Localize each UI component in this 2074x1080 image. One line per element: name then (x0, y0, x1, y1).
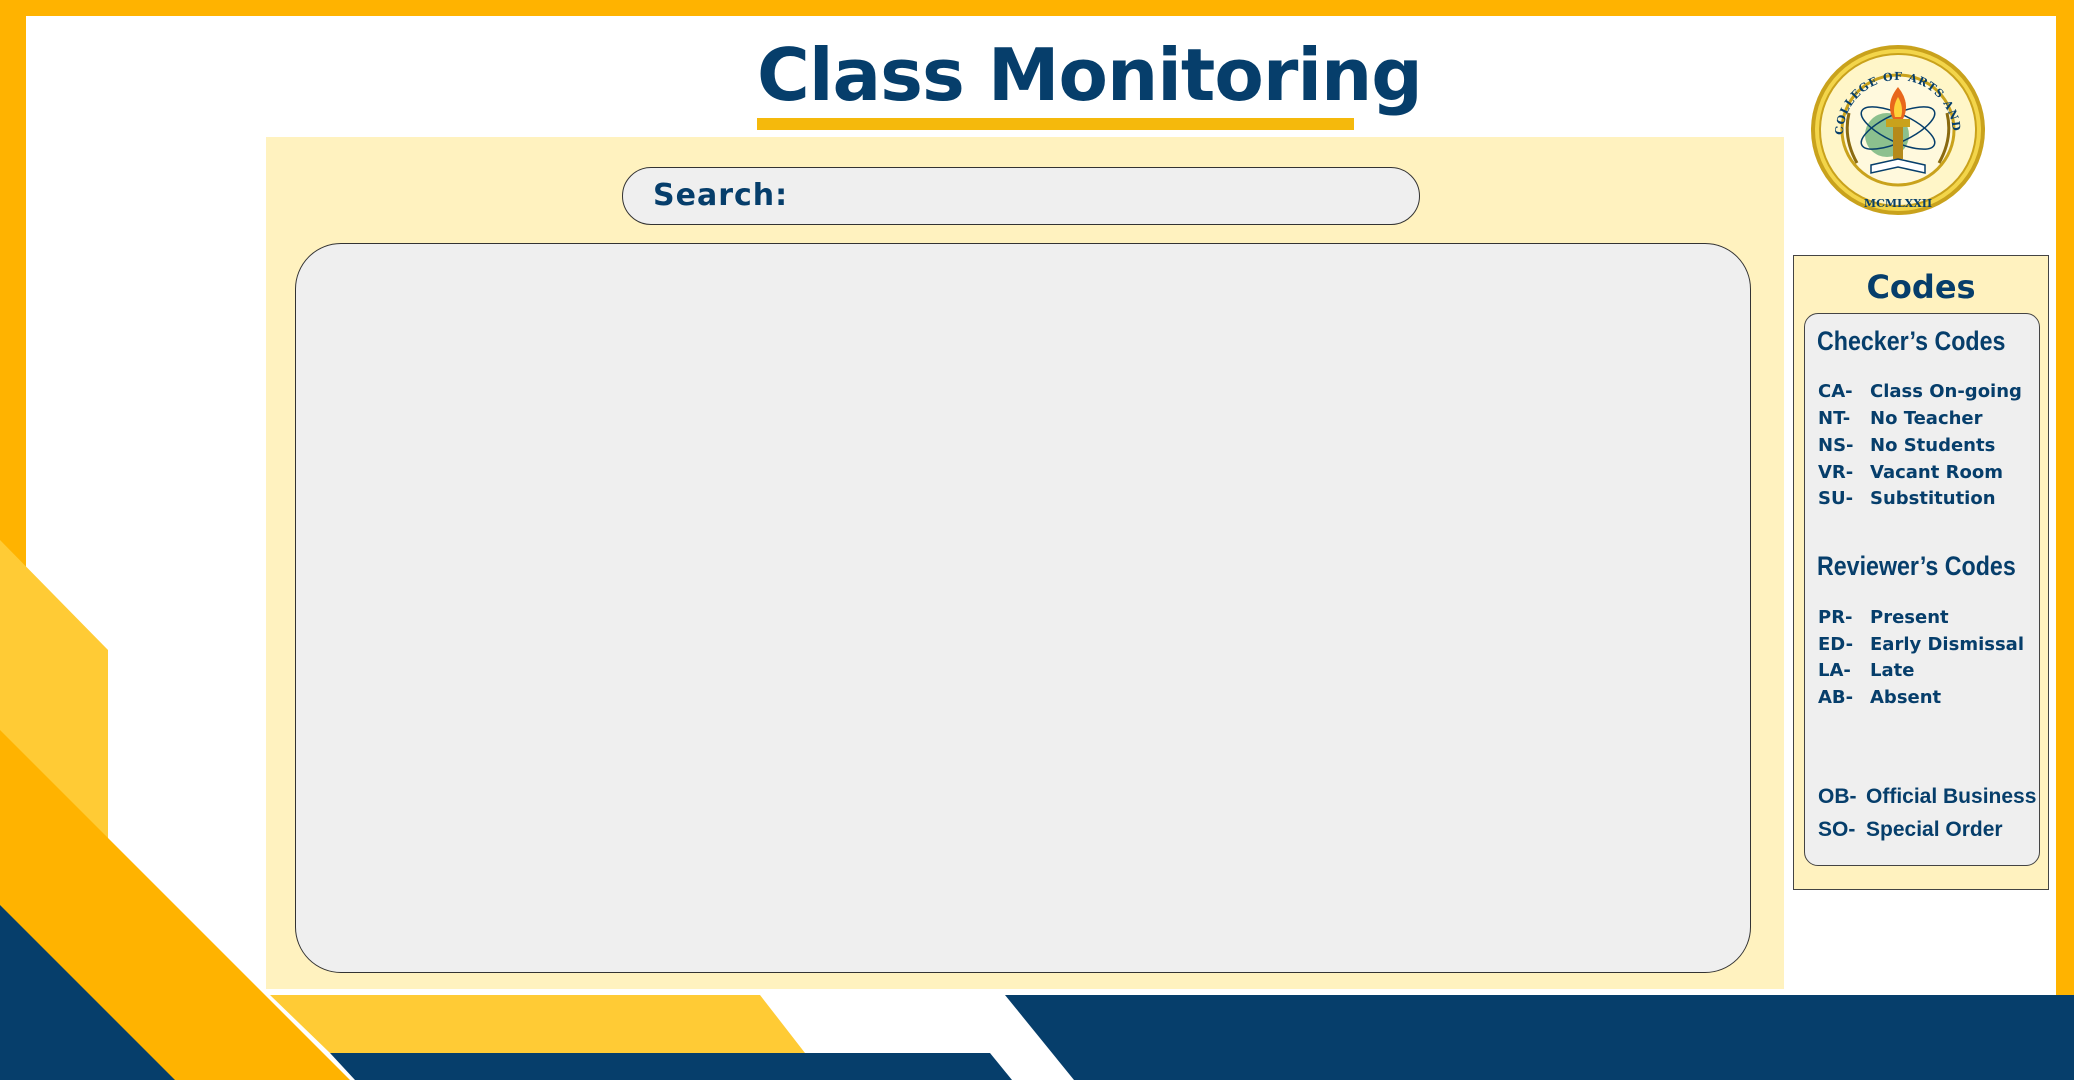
codes-legend: Checker’s Codes CA- Class On-going NT- N… (1804, 313, 2040, 866)
title-underline (757, 118, 1354, 130)
code-abbr: VR- (1818, 462, 1854, 483)
class-list-area[interactable] (295, 243, 1751, 973)
code-abbr: PR- (1818, 607, 1853, 628)
code-label: No Teacher (1870, 408, 1983, 429)
code-abbr: SO- (1818, 818, 1856, 841)
code-label: Substitution (1870, 488, 1996, 509)
codes-panel: Codes Checker’s Codes CA- Class On-going… (1793, 255, 2049, 890)
search-bar[interactable]: Search: (622, 167, 1420, 225)
code-abbr: AB- (1818, 687, 1854, 708)
search-label: Search: (653, 178, 789, 213)
code-label: Early Dismissal (1870, 634, 2024, 655)
code-abbr: NS- (1818, 435, 1854, 456)
code-label: Absent (1870, 687, 1942, 708)
codes-title: Codes (1866, 268, 1976, 306)
code-label: Vacant Room (1870, 462, 2003, 483)
code-label: Late (1870, 660, 1915, 681)
checker-codes-heading: Checker’s Codes (1817, 326, 2006, 356)
code-label: Present (1870, 607, 1949, 628)
seal-year-text: MCMLXXII (1864, 197, 1932, 210)
code-abbr: ED- (1818, 634, 1854, 655)
code-label: Special Order (1866, 818, 2003, 841)
code-abbr: SU- (1818, 488, 1854, 509)
code-label: No Students (1870, 435, 1996, 456)
college-seal-logo: COLLEGE OF ARTS AND SCIENCES MCMLXXII (1809, 23, 1985, 215)
page-title: Class Monitoring (757, 33, 1423, 117)
code-abbr: NT- (1818, 408, 1851, 429)
search-input[interactable] (791, 174, 1395, 220)
app-frame: Class Monitoring Search: Codes Checker’s… (0, 0, 2074, 1080)
code-abbr: CA- (1818, 381, 1853, 402)
code-abbr: LA- (1818, 660, 1851, 681)
code-label: Class On-going (1870, 381, 2022, 402)
reviewer-codes-heading: Reviewer’s Codes (1817, 551, 2016, 581)
code-label: Official Business (1866, 785, 2037, 808)
code-abbr: OB- (1818, 785, 1857, 808)
